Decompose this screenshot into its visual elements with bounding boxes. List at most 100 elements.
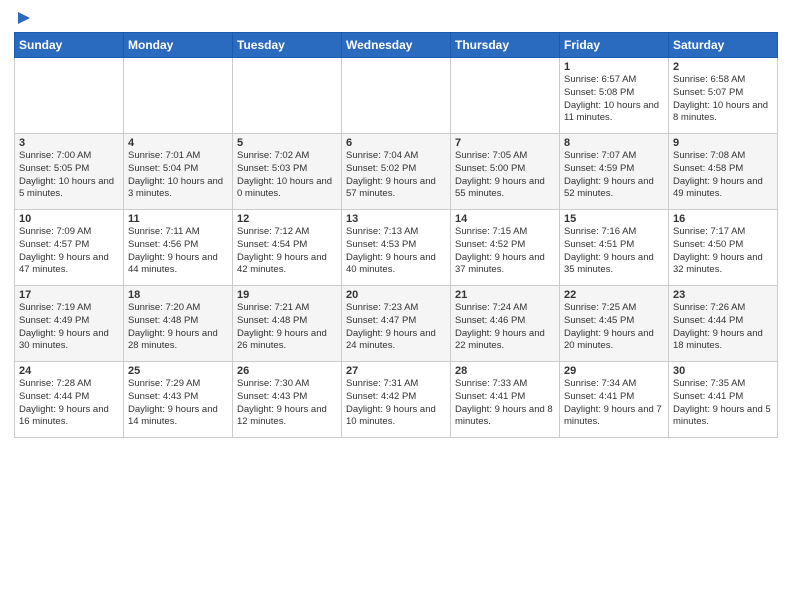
day-number: 9 bbox=[673, 137, 773, 149]
day-header-thursday: Thursday bbox=[451, 33, 560, 58]
calendar-cell: 9Sunrise: 7:08 AM Sunset: 4:58 PM Daylig… bbox=[669, 134, 778, 210]
day-header-friday: Friday bbox=[560, 33, 669, 58]
day-number: 6 bbox=[346, 137, 446, 149]
day-header-tuesday: Tuesday bbox=[233, 33, 342, 58]
day-number: 15 bbox=[564, 213, 664, 225]
day-header-sunday: Sunday bbox=[15, 33, 124, 58]
day-info: Sunrise: 7:20 AM Sunset: 4:48 PM Dayligh… bbox=[128, 302, 228, 353]
day-info: Sunrise: 7:31 AM Sunset: 4:42 PM Dayligh… bbox=[346, 378, 446, 429]
day-info: Sunrise: 7:02 AM Sunset: 5:03 PM Dayligh… bbox=[237, 150, 337, 201]
calendar-cell: 13Sunrise: 7:13 AM Sunset: 4:53 PM Dayli… bbox=[342, 210, 451, 286]
calendar-cell: 4Sunrise: 7:01 AM Sunset: 5:04 PM Daylig… bbox=[124, 134, 233, 210]
day-number: 21 bbox=[455, 289, 555, 301]
calendar-week-5: 24Sunrise: 7:28 AM Sunset: 4:44 PM Dayli… bbox=[15, 362, 778, 438]
day-info: Sunrise: 7:29 AM Sunset: 4:43 PM Dayligh… bbox=[128, 378, 228, 429]
day-info: Sunrise: 7:16 AM Sunset: 4:51 PM Dayligh… bbox=[564, 226, 664, 277]
day-number: 30 bbox=[673, 365, 773, 377]
logo bbox=[14, 10, 32, 26]
calendar-cell: 12Sunrise: 7:12 AM Sunset: 4:54 PM Dayli… bbox=[233, 210, 342, 286]
calendar-header-row: SundayMondayTuesdayWednesdayThursdayFrid… bbox=[15, 33, 778, 58]
calendar-cell: 17Sunrise: 7:19 AM Sunset: 4:49 PM Dayli… bbox=[15, 286, 124, 362]
day-info: Sunrise: 7:04 AM Sunset: 5:02 PM Dayligh… bbox=[346, 150, 446, 201]
calendar-cell: 1Sunrise: 6:57 AM Sunset: 5:08 PM Daylig… bbox=[560, 58, 669, 134]
day-info: Sunrise: 7:19 AM Sunset: 4:49 PM Dayligh… bbox=[19, 302, 119, 353]
day-number: 2 bbox=[673, 61, 773, 73]
day-number: 12 bbox=[237, 213, 337, 225]
calendar-cell bbox=[451, 58, 560, 134]
day-number: 17 bbox=[19, 289, 119, 301]
calendar-cell: 25Sunrise: 7:29 AM Sunset: 4:43 PM Dayli… bbox=[124, 362, 233, 438]
calendar-cell: 8Sunrise: 7:07 AM Sunset: 4:59 PM Daylig… bbox=[560, 134, 669, 210]
calendar-cell: 30Sunrise: 7:35 AM Sunset: 4:41 PM Dayli… bbox=[669, 362, 778, 438]
calendar-cell: 19Sunrise: 7:21 AM Sunset: 4:48 PM Dayli… bbox=[233, 286, 342, 362]
day-info: Sunrise: 7:00 AM Sunset: 5:05 PM Dayligh… bbox=[19, 150, 119, 201]
calendar-cell: 29Sunrise: 7:34 AM Sunset: 4:41 PM Dayli… bbox=[560, 362, 669, 438]
day-number: 3 bbox=[19, 137, 119, 149]
day-info: Sunrise: 7:15 AM Sunset: 4:52 PM Dayligh… bbox=[455, 226, 555, 277]
day-number: 19 bbox=[237, 289, 337, 301]
calendar-cell: 27Sunrise: 7:31 AM Sunset: 4:42 PM Dayli… bbox=[342, 362, 451, 438]
day-number: 4 bbox=[128, 137, 228, 149]
day-info: Sunrise: 7:08 AM Sunset: 4:58 PM Dayligh… bbox=[673, 150, 773, 201]
calendar-week-2: 3Sunrise: 7:00 AM Sunset: 5:05 PM Daylig… bbox=[15, 134, 778, 210]
calendar-cell: 10Sunrise: 7:09 AM Sunset: 4:57 PM Dayli… bbox=[15, 210, 124, 286]
day-number: 22 bbox=[564, 289, 664, 301]
day-number: 16 bbox=[673, 213, 773, 225]
page: SundayMondayTuesdayWednesdayThursdayFrid… bbox=[0, 0, 792, 612]
day-info: Sunrise: 7:34 AM Sunset: 4:41 PM Dayligh… bbox=[564, 378, 664, 429]
calendar-cell bbox=[15, 58, 124, 134]
day-info: Sunrise: 7:13 AM Sunset: 4:53 PM Dayligh… bbox=[346, 226, 446, 277]
calendar-week-3: 10Sunrise: 7:09 AM Sunset: 4:57 PM Dayli… bbox=[15, 210, 778, 286]
day-info: Sunrise: 7:21 AM Sunset: 4:48 PM Dayligh… bbox=[237, 302, 337, 353]
day-number: 5 bbox=[237, 137, 337, 149]
day-number: 18 bbox=[128, 289, 228, 301]
calendar-cell: 24Sunrise: 7:28 AM Sunset: 4:44 PM Dayli… bbox=[15, 362, 124, 438]
logo-area bbox=[14, 10, 32, 26]
calendar-cell bbox=[124, 58, 233, 134]
day-number: 7 bbox=[455, 137, 555, 149]
day-info: Sunrise: 7:05 AM Sunset: 5:00 PM Dayligh… bbox=[455, 150, 555, 201]
calendar-cell: 3Sunrise: 7:00 AM Sunset: 5:05 PM Daylig… bbox=[15, 134, 124, 210]
calendar-week-4: 17Sunrise: 7:19 AM Sunset: 4:49 PM Dayli… bbox=[15, 286, 778, 362]
day-number: 27 bbox=[346, 365, 446, 377]
calendar-cell: 15Sunrise: 7:16 AM Sunset: 4:51 PM Dayli… bbox=[560, 210, 669, 286]
day-header-monday: Monday bbox=[124, 33, 233, 58]
calendar-cell: 6Sunrise: 7:04 AM Sunset: 5:02 PM Daylig… bbox=[342, 134, 451, 210]
day-info: Sunrise: 6:57 AM Sunset: 5:08 PM Dayligh… bbox=[564, 74, 664, 125]
calendar-cell: 28Sunrise: 7:33 AM Sunset: 4:41 PM Dayli… bbox=[451, 362, 560, 438]
calendar-cell: 18Sunrise: 7:20 AM Sunset: 4:48 PM Dayli… bbox=[124, 286, 233, 362]
day-info: Sunrise: 7:33 AM Sunset: 4:41 PM Dayligh… bbox=[455, 378, 555, 429]
day-info: Sunrise: 7:23 AM Sunset: 4:47 PM Dayligh… bbox=[346, 302, 446, 353]
day-info: Sunrise: 7:11 AM Sunset: 4:56 PM Dayligh… bbox=[128, 226, 228, 277]
day-number: 26 bbox=[237, 365, 337, 377]
day-info: Sunrise: 7:35 AM Sunset: 4:41 PM Dayligh… bbox=[673, 378, 773, 429]
day-info: Sunrise: 7:28 AM Sunset: 4:44 PM Dayligh… bbox=[19, 378, 119, 429]
calendar-cell: 22Sunrise: 7:25 AM Sunset: 4:45 PM Dayli… bbox=[560, 286, 669, 362]
day-number: 11 bbox=[128, 213, 228, 225]
day-number: 10 bbox=[19, 213, 119, 225]
day-number: 28 bbox=[455, 365, 555, 377]
day-info: Sunrise: 7:24 AM Sunset: 4:46 PM Dayligh… bbox=[455, 302, 555, 353]
calendar-week-1: 1Sunrise: 6:57 AM Sunset: 5:08 PM Daylig… bbox=[15, 58, 778, 134]
calendar-cell: 5Sunrise: 7:02 AM Sunset: 5:03 PM Daylig… bbox=[233, 134, 342, 210]
header bbox=[14, 10, 778, 26]
calendar-cell: 16Sunrise: 7:17 AM Sunset: 4:50 PM Dayli… bbox=[669, 210, 778, 286]
day-info: Sunrise: 7:09 AM Sunset: 4:57 PM Dayligh… bbox=[19, 226, 119, 277]
logo-arrow-icon bbox=[16, 10, 32, 26]
day-info: Sunrise: 7:26 AM Sunset: 4:44 PM Dayligh… bbox=[673, 302, 773, 353]
calendar-cell: 7Sunrise: 7:05 AM Sunset: 5:00 PM Daylig… bbox=[451, 134, 560, 210]
day-header-wednesday: Wednesday bbox=[342, 33, 451, 58]
day-number: 13 bbox=[346, 213, 446, 225]
day-info: Sunrise: 7:25 AM Sunset: 4:45 PM Dayligh… bbox=[564, 302, 664, 353]
day-number: 23 bbox=[673, 289, 773, 301]
calendar-cell bbox=[233, 58, 342, 134]
day-number: 20 bbox=[346, 289, 446, 301]
calendar-cell: 2Sunrise: 6:58 AM Sunset: 5:07 PM Daylig… bbox=[669, 58, 778, 134]
day-number: 24 bbox=[19, 365, 119, 377]
day-header-saturday: Saturday bbox=[669, 33, 778, 58]
calendar-cell bbox=[342, 58, 451, 134]
day-info: Sunrise: 7:07 AM Sunset: 4:59 PM Dayligh… bbox=[564, 150, 664, 201]
calendar: SundayMondayTuesdayWednesdayThursdayFrid… bbox=[14, 32, 778, 438]
day-info: Sunrise: 6:58 AM Sunset: 5:07 PM Dayligh… bbox=[673, 74, 773, 125]
calendar-cell: 14Sunrise: 7:15 AM Sunset: 4:52 PM Dayli… bbox=[451, 210, 560, 286]
